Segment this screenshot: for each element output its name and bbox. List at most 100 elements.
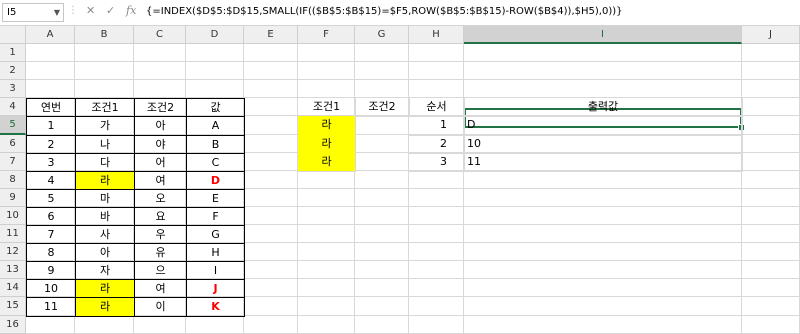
grid-cell[interactable] — [75, 316, 134, 334]
grid-cell[interactable] — [409, 207, 464, 225]
grid-cell[interactable] — [742, 207, 800, 225]
left-table-cell-value[interactable]: E — [186, 189, 245, 208]
right-table-cell-output[interactable]: D — [464, 116, 743, 136]
left-table-cell-cond1[interactable]: 자 — [75, 261, 135, 280]
grid-cell[interactable] — [244, 316, 298, 334]
grid-cell[interactable] — [244, 189, 298, 207]
grid-cell[interactable] — [409, 261, 464, 279]
grid-cell[interactable] — [298, 80, 355, 98]
left-table-cell-value[interactable]: I — [186, 261, 245, 280]
grid-cell[interactable] — [186, 316, 244, 334]
right-table-cell-output[interactable]: 10 — [464, 135, 743, 154]
left-table-cell-cond1[interactable]: 바 — [75, 207, 135, 226]
grid-cell[interactable] — [355, 80, 409, 98]
grid-cell[interactable] — [355, 171, 409, 189]
left-table-header[interactable]: 조건1 — [75, 98, 135, 117]
grid-cell[interactable] — [244, 297, 298, 316]
column-header-h[interactable]: H — [409, 26, 464, 44]
grid-cell[interactable] — [355, 135, 409, 153]
grid-cell[interactable] — [244, 279, 298, 297]
right-table-cell-order[interactable]: 1 — [409, 116, 465, 136]
right-table-header[interactable]: 조건1 — [298, 98, 356, 117]
left-table-cell-cond2[interactable]: 우 — [134, 225, 187, 244]
grid-cell[interactable] — [298, 189, 355, 207]
left-table-cell-cond1[interactable]: 마 — [75, 189, 135, 208]
grid-cell[interactable] — [464, 44, 742, 62]
grid-cell[interactable] — [355, 116, 409, 135]
grid-cell[interactable] — [298, 171, 355, 189]
grid-cell[interactable] — [464, 62, 742, 80]
name-box-dropdown-icon[interactable]: ▼ — [54, 4, 60, 21]
left-table-cell-value[interactable]: D — [186, 171, 245, 190]
left-table-cell-value[interactable]: F — [186, 207, 245, 226]
grid-cell[interactable] — [742, 297, 800, 316]
grid-cell[interactable] — [355, 153, 409, 171]
grid-cell[interactable] — [244, 225, 298, 243]
grid-cell[interactable] — [244, 171, 298, 189]
row-header-15[interactable]: 15 — [0, 297, 26, 316]
row-header-6[interactable]: 6 — [0, 135, 26, 153]
grid-cell[interactable] — [26, 316, 75, 334]
grid-cell[interactable] — [355, 261, 409, 279]
left-table-cell-cond2[interactable]: 아 — [134, 116, 187, 136]
grid-cell[interactable] — [742, 189, 800, 207]
right-table-header[interactable]: 조건2 — [355, 98, 410, 117]
row-header-4[interactable]: 4 — [0, 98, 26, 116]
grid-cell[interactable] — [409, 62, 464, 80]
grid-cell[interactable] — [742, 171, 800, 189]
grid-cell[interactable] — [355, 44, 409, 62]
left-table-cell-no[interactable]: 4 — [26, 171, 76, 190]
row-header-11[interactable]: 11 — [0, 225, 26, 243]
row-header-10[interactable]: 10 — [0, 207, 26, 225]
grid-cell[interactable] — [742, 98, 800, 116]
grid-cell[interactable] — [298, 261, 355, 279]
name-box[interactable]: I5 ▼ — [2, 3, 64, 22]
grid-cell[interactable] — [355, 189, 409, 207]
grid-cell[interactable] — [742, 225, 800, 243]
column-header-i[interactable]: I — [464, 26, 742, 44]
grid-cell[interactable] — [409, 80, 464, 98]
left-table-cell-cond2[interactable]: 여 — [134, 171, 187, 190]
row-header-1[interactable]: 1 — [0, 44, 26, 62]
right-table-cell-cond1[interactable]: 라 — [298, 153, 356, 172]
grid-cell[interactable] — [742, 116, 800, 135]
enter-icon[interactable]: ✓ — [106, 4, 115, 17]
left-table-cell-value[interactable]: G — [186, 225, 245, 244]
right-table-cell-cond1[interactable]: 라 — [298, 116, 356, 136]
grid-cell[interactable] — [409, 44, 464, 62]
grid-cell[interactable] — [355, 297, 409, 316]
insert-function-icon[interactable]: fx — [126, 4, 136, 17]
grid-cell[interactable] — [742, 243, 800, 261]
column-header-b[interactable]: B — [75, 26, 134, 44]
row-header-9[interactable]: 9 — [0, 189, 26, 207]
grid-cell[interactable] — [409, 225, 464, 243]
left-table-cell-no[interactable]: 6 — [26, 207, 76, 226]
grid-cell[interactable] — [186, 62, 244, 80]
grid-cell[interactable] — [244, 98, 298, 116]
left-table-cell-value[interactable]: H — [186, 243, 245, 262]
row-header-7[interactable]: 7 — [0, 153, 26, 171]
grid-cell[interactable] — [244, 153, 298, 171]
grid-cell[interactable] — [464, 316, 742, 334]
grid-cell[interactable] — [134, 316, 186, 334]
left-table-cell-no[interactable]: 9 — [26, 261, 76, 280]
left-table-header[interactable]: 연번 — [26, 98, 76, 117]
grid-cell[interactable] — [742, 135, 800, 153]
grid-cell[interactable] — [464, 80, 742, 98]
grid-cell[interactable] — [186, 80, 244, 98]
left-table-cell-cond1[interactable]: 가 — [75, 116, 135, 136]
grid-cell[interactable] — [355, 207, 409, 225]
left-table-cell-value[interactable]: B — [186, 135, 245, 154]
grid-cell[interactable] — [355, 225, 409, 243]
left-table-cell-cond2[interactable]: 여 — [134, 279, 187, 298]
grid-cell[interactable] — [742, 279, 800, 297]
right-table-cell-order[interactable]: 3 — [409, 153, 465, 172]
grid-cell[interactable] — [409, 243, 464, 261]
grid-cell[interactable] — [244, 116, 298, 135]
grid-cell[interactable] — [298, 62, 355, 80]
grid-cell[interactable] — [355, 316, 409, 334]
grid-cell[interactable] — [409, 297, 464, 316]
left-table-cell-cond1[interactable]: 다 — [75, 153, 135, 172]
grid-cell[interactable] — [742, 153, 800, 171]
grid-cell[interactable] — [244, 62, 298, 80]
